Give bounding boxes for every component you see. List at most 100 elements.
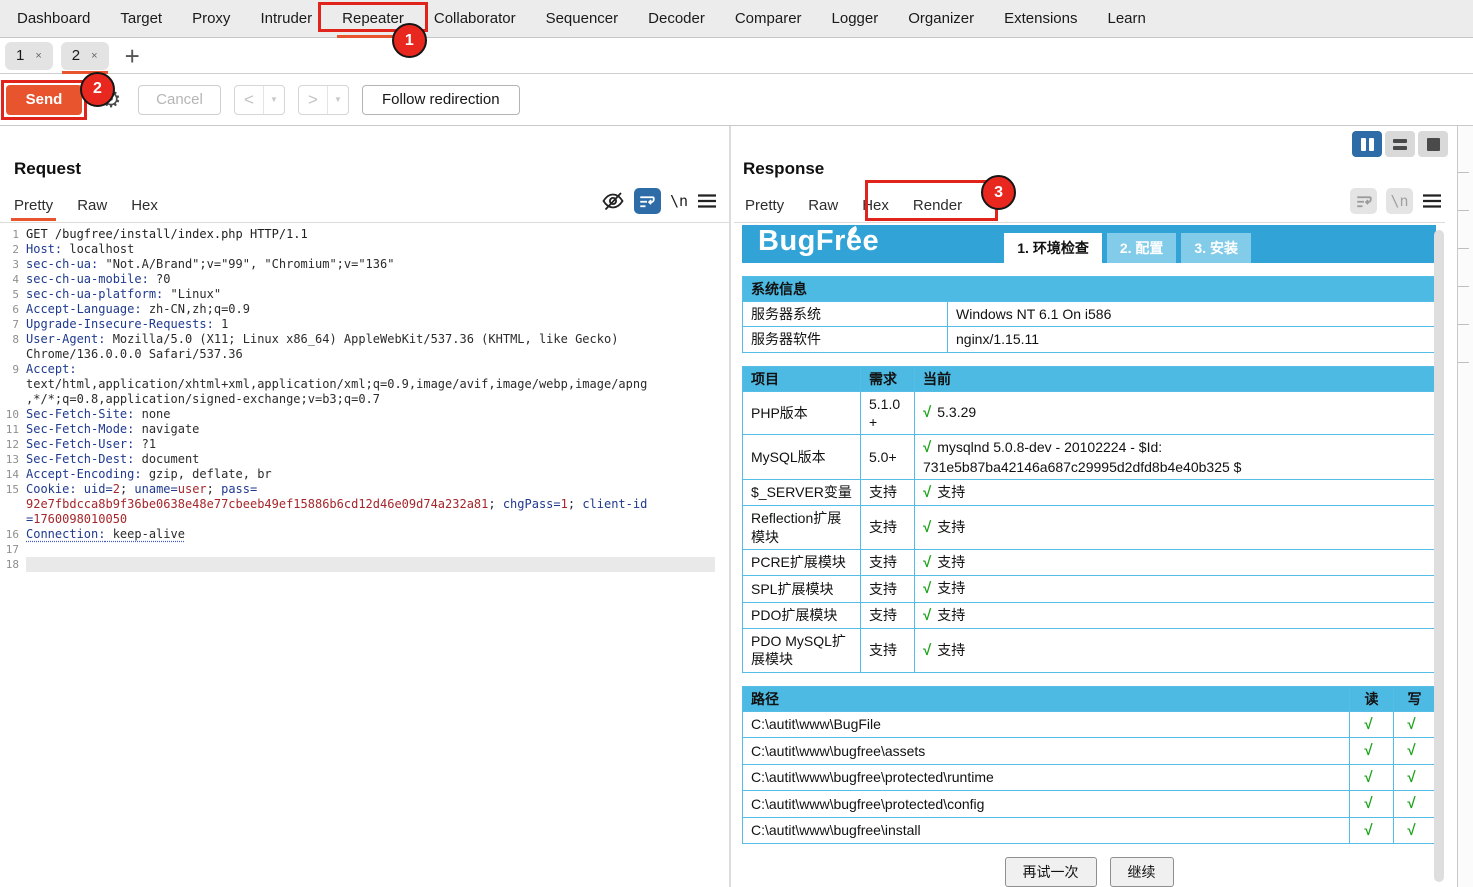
nonprintable-chars-icon[interactable]: \n	[670, 192, 688, 210]
response-tab-render[interactable]: Render3	[901, 192, 974, 218]
request-view-tabs: Pretty Raw Hex	[2, 192, 170, 218]
check-icon: √	[1407, 769, 1415, 786]
send-button[interactable]: Send	[6, 85, 82, 115]
cancel-button[interactable]: Cancel	[138, 85, 221, 115]
row-label: 服务器系统	[743, 302, 948, 327]
back-dropdown-arrow-icon[interactable]: ▼	[263, 86, 284, 114]
request-tab-raw[interactable]: Raw	[65, 192, 119, 218]
layout-single-button[interactable]	[1418, 131, 1448, 157]
req-need: 支持	[861, 506, 915, 549]
menubar-item-organizer[interactable]: Organizer	[893, 0, 989, 37]
line-number: 1	[0, 227, 26, 242]
line-text: =1760098010050	[26, 512, 127, 527]
line-text: sec-ch-ua-platform: "Linux"	[26, 287, 221, 302]
line-number: 13	[0, 452, 26, 467]
back-button[interactable]: <	[235, 86, 263, 114]
menubar-item-decoder[interactable]: Decoder	[633, 0, 720, 37]
retry-button[interactable]: 再试一次	[1005, 857, 1097, 887]
request-tab-hex[interactable]: Hex	[119, 192, 170, 218]
request-line: text/html,application/xhtml+xml,applicat…	[0, 377, 729, 392]
menubar-item-target[interactable]: Target	[105, 0, 177, 37]
strip-tick-marks	[1458, 172, 1469, 378]
check-icon: √	[1364, 716, 1372, 733]
request-tab-pretty[interactable]: Pretty	[2, 192, 65, 218]
forward-button[interactable]: >	[299, 86, 327, 114]
response-render-view: BugFree 1. 环境检查2. 配置3. 安装 系统信息 服务器系统Wind…	[734, 222, 1445, 887]
line-number	[0, 512, 26, 527]
line-text: Sec-Fetch-Dest: document	[26, 452, 199, 467]
req-item: PCRE扩展模块	[743, 549, 861, 576]
wrap-lines-icon[interactable]	[634, 188, 661, 214]
request-line: 12Sec-Fetch-User: ?1	[0, 437, 729, 452]
wrap-lines-icon[interactable]	[1350, 188, 1377, 214]
repeater-tab-1[interactable]: 1×	[5, 42, 53, 70]
request-line: 17	[0, 542, 729, 557]
menubar-item-extensions[interactable]: Extensions	[989, 0, 1092, 37]
close-tab-icon[interactable]: ×	[91, 50, 97, 62]
check-icon: √	[923, 484, 931, 501]
request-menu-icon[interactable]	[697, 193, 717, 209]
menubar-item-repeater[interactable]: Repeater1	[327, 0, 419, 37]
menubar-item-dashboard[interactable]: Dashboard	[2, 0, 105, 37]
forward-dropdown-arrow-icon[interactable]: ▼	[327, 86, 348, 114]
annotation-box-2: Send 2	[1, 80, 87, 120]
install-step-2[interactable]: 2. 配置	[1107, 233, 1177, 263]
path-writable: √	[1394, 738, 1436, 765]
line-number: 7	[0, 317, 26, 332]
follow-redirection-button[interactable]: Follow redirection	[362, 85, 520, 115]
req-current: √支持	[915, 479, 1436, 506]
req-current: √5.3.29	[915, 391, 1436, 434]
menubar-item-logger[interactable]: Logger	[817, 0, 894, 37]
response-tab-hex[interactable]: Hex	[850, 192, 901, 218]
eye-off-icon[interactable]	[601, 189, 625, 213]
line-text: text/html,application/xhtml+xml,applicat…	[26, 377, 647, 392]
row-value: nginx/1.15.11	[948, 327, 1436, 352]
line-text: Cookie: uid=2; uname=user; pass=	[26, 482, 257, 497]
render-scrollbar-thumb[interactable]	[1434, 230, 1444, 882]
request-line: 4sec-ch-ua-mobile: ?0	[0, 272, 729, 287]
table-row: PCRE扩展模块支持√支持	[743, 549, 1436, 576]
nonprintable-chars-icon[interactable]: \n	[1386, 188, 1413, 214]
response-tab-raw[interactable]: Raw	[796, 192, 850, 218]
req-item: Reflection扩展模块	[743, 506, 861, 549]
close-tab-icon[interactable]: ×	[35, 50, 41, 62]
repeater-tab-2[interactable]: 2×	[61, 42, 109, 70]
column-header: 路径	[743, 686, 1350, 711]
response-menu-icon[interactable]	[1422, 193, 1442, 209]
path-writable: √	[1394, 711, 1436, 738]
req-item: PDO MySQL扩展模块	[743, 629, 861, 672]
tab-label: Raw	[77, 197, 107, 214]
menubar-item-comparer[interactable]: Comparer	[720, 0, 817, 37]
table-row: 服务器系统Windows NT 6.1 On i586	[743, 302, 1436, 327]
add-tab-button[interactable]: +	[125, 46, 140, 66]
request-line: 15Cookie: uid=2; uname=user; pass=	[0, 482, 729, 497]
menubar-item-collaborator[interactable]: Collaborator	[419, 0, 531, 37]
row-value: Windows NT 6.1 On i586	[948, 302, 1436, 327]
continue-button[interactable]: 继续	[1110, 857, 1174, 887]
request-line: 7Upgrade-Insecure-Requests: 1	[0, 317, 729, 332]
table-row: PHP版本5.1.0+√5.3.29	[743, 391, 1436, 434]
menubar-item-proxy[interactable]: Proxy	[177, 0, 245, 37]
install-step-3[interactable]: 3. 安装	[1181, 233, 1251, 263]
tab-label: Render	[913, 197, 962, 214]
request-editor-icons: \n	[601, 188, 717, 214]
menubar-item-intruder[interactable]: Intruder	[245, 0, 327, 37]
line-number: 10	[0, 407, 26, 422]
request-title: Request	[14, 159, 81, 179]
layout-rows-button[interactable]	[1385, 131, 1415, 157]
bugfree-header-banner: BugFree 1. 环境检查2. 配置3. 安装	[742, 225, 1436, 263]
paths-table: 路径读写C:\autit\www\BugFile√√C:\autit\www\b…	[742, 686, 1436, 845]
system-info-table: 系统信息 服务器系统Windows NT 6.1 On i586服务器软件ngi…	[742, 276, 1436, 353]
menubar-item-learn[interactable]: Learn	[1092, 0, 1160, 37]
check-icon: √	[923, 580, 931, 597]
check-icon: √	[923, 519, 931, 536]
layout-columns-button[interactable]	[1352, 131, 1382, 157]
menubar-item-sequencer[interactable]: Sequencer	[531, 0, 634, 37]
line-number: 16	[0, 527, 26, 542]
response-tab-pretty[interactable]: Pretty	[733, 192, 796, 218]
line-text: Accept-Encoding: gzip, deflate, br	[26, 467, 272, 482]
install-step-1[interactable]: 1. 环境检查	[1004, 233, 1102, 263]
menubar-item-label: Intruder	[260, 10, 312, 27]
req-need: 5.1.0+	[861, 391, 915, 434]
request-editor[interactable]: 1GET /bugfree/install/index.php HTTP/1.1…	[0, 222, 729, 887]
